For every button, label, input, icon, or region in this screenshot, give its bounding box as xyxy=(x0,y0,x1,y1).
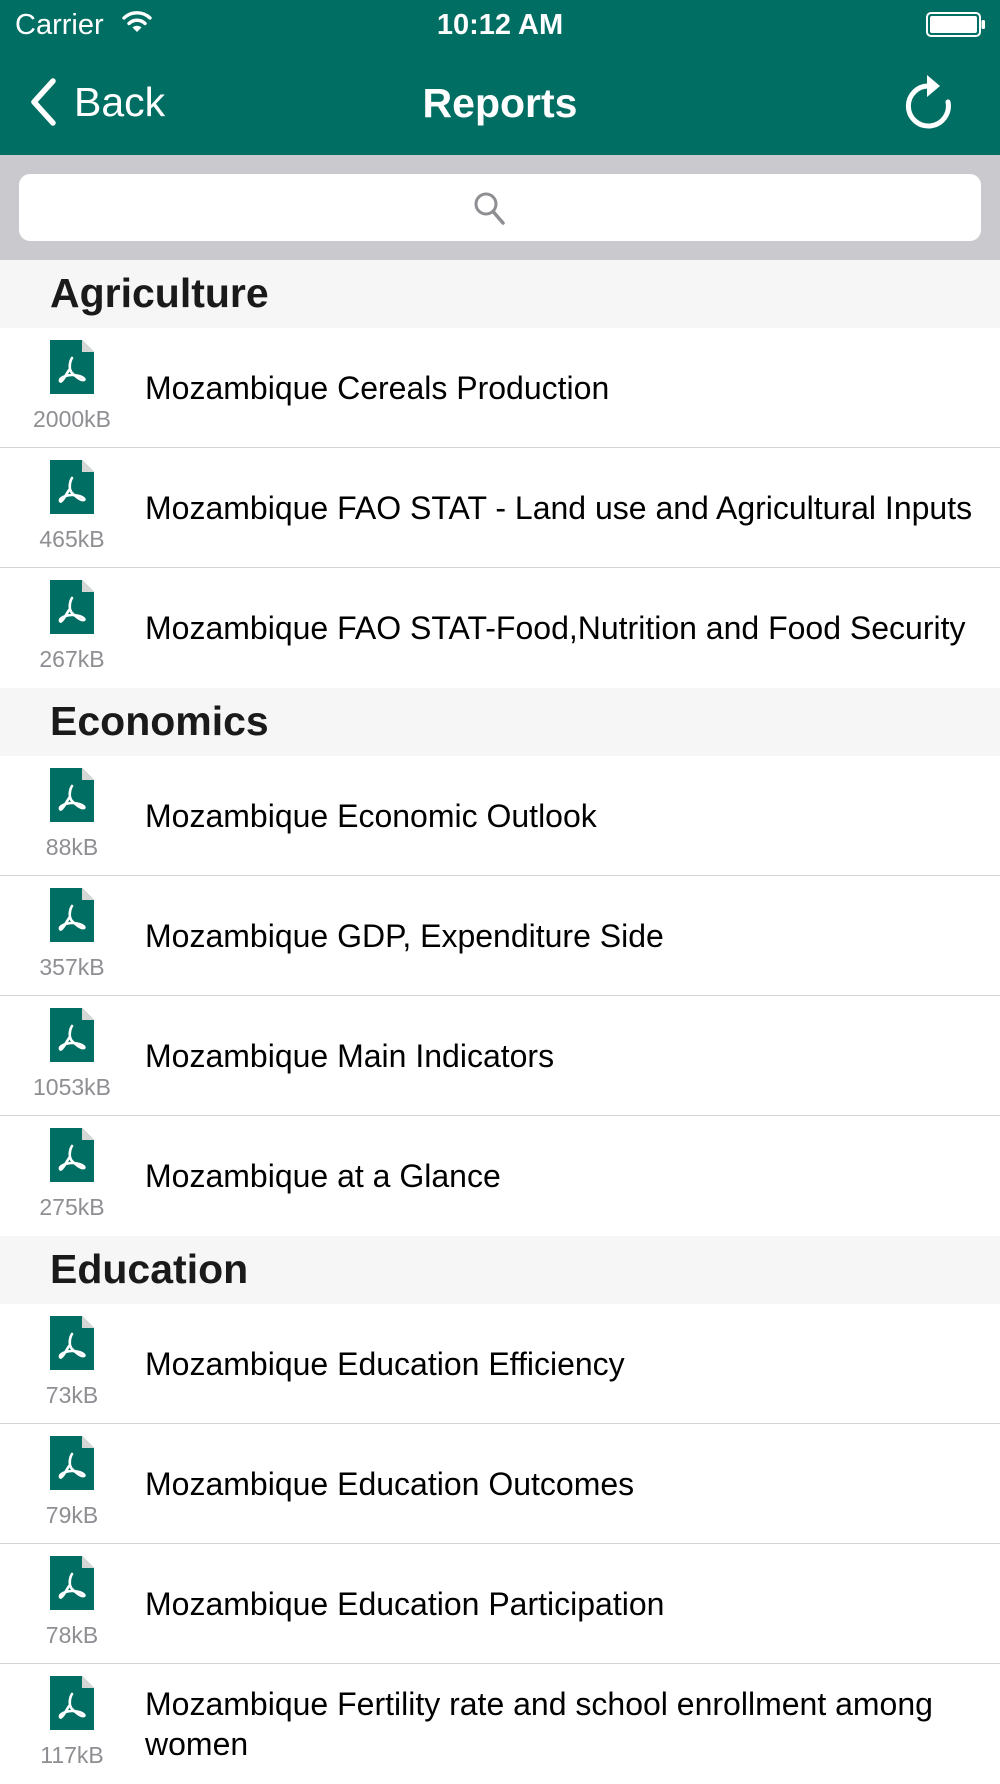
file-size: 465kB xyxy=(39,526,105,552)
file-size: 78kB xyxy=(45,1622,99,1648)
report-row[interactable]: 267kB Mozambique FAO STAT-Food,Nutrition … xyxy=(0,568,1000,688)
file-size: 73kB xyxy=(45,1382,99,1408)
pdf-icon xyxy=(50,1008,94,1062)
section-header: Education xyxy=(0,1236,1000,1304)
section-title: Agriculture xyxy=(50,270,269,316)
report-title: Mozambique GDP, Expenditure Side xyxy=(145,917,664,954)
navigation-header: Carrier 10:12 AM Back Reports xyxy=(0,0,1000,155)
pdf-icon xyxy=(50,1556,94,1610)
pdf-icon xyxy=(50,768,94,822)
file-size: 2000kB xyxy=(32,406,111,432)
pdf-icon xyxy=(50,1316,94,1370)
file-size: 275kB xyxy=(39,1194,105,1220)
nav-bar: Back Reports xyxy=(0,50,1000,155)
refresh-icon[interactable] xyxy=(903,72,955,130)
report-row[interactable]: 1053kB Mozambique Main Indicators xyxy=(0,996,1000,1116)
section-header: Agriculture xyxy=(0,260,1000,328)
file-size: 117kB xyxy=(40,1742,104,1768)
pdf-icon xyxy=(50,1128,94,1182)
report-title: Mozambique Cereals Production xyxy=(145,369,610,406)
report-row[interactable]: 2000kB Mozambique Cereals Production xyxy=(0,328,1000,448)
report-title: Mozambique Education Outcomes xyxy=(145,1465,635,1502)
file-size: 79kB xyxy=(45,1502,99,1528)
report-title: Mozambique Education Efficiency xyxy=(145,1345,625,1382)
pdf-icon xyxy=(50,340,94,394)
battery-icon xyxy=(926,12,985,37)
report-row[interactable]: 79kB Mozambique Education Outcomes xyxy=(0,1424,1000,1544)
report-row[interactable]: 357kB Mozambique GDP, Expenditure Side xyxy=(0,876,1000,996)
report-row[interactable]: 275kB Mozambique at a Glance xyxy=(0,1116,1000,1236)
report-row[interactable]: 73kB Mozambique Education Efficiency xyxy=(0,1304,1000,1424)
report-row[interactable]: 78kB Mozambique Education Participation xyxy=(0,1544,1000,1664)
section-header: Economics xyxy=(0,688,1000,756)
file-size: 267kB xyxy=(39,646,105,672)
report-title: Mozambique Fertility rate and school enr… xyxy=(145,1686,933,1762)
report-title: Mozambique FAO STAT-Food,Nutrition and F… xyxy=(145,610,966,646)
report-row[interactable]: 117kB Mozambique Fertility rate and schoo… xyxy=(0,1664,1000,1784)
pdf-icon xyxy=(50,580,94,634)
section-title: Economics xyxy=(50,698,269,744)
pdf-icon xyxy=(50,1676,94,1730)
pdf-icon xyxy=(50,460,94,514)
report-title: Mozambique Economic Outlook xyxy=(145,797,597,834)
file-size: 357kB xyxy=(39,954,105,980)
status-time: 10:12 AM xyxy=(436,9,564,41)
report-row[interactable]: 88kB Mozambique Economic Outlook xyxy=(0,756,1000,876)
report-title: Mozambique Main Indicators xyxy=(145,1037,555,1074)
status-bar: Carrier 10:12 AM xyxy=(0,0,1000,50)
report-row[interactable]: 465kB Mozambique FAO STAT - Land use and … xyxy=(0,448,1000,568)
file-size: 88kB xyxy=(45,834,99,860)
page-title: Reports xyxy=(422,80,578,126)
report-title: Mozambique at a Glance xyxy=(145,1158,501,1194)
file-size: 1053kB xyxy=(32,1074,111,1100)
pdf-icon xyxy=(50,888,94,942)
report-title: Mozambique FAO STAT - Land use and Agric… xyxy=(145,489,973,526)
section-title: Education xyxy=(50,1246,249,1292)
pdf-icon xyxy=(50,1436,94,1490)
report-title: Mozambique Education Participation xyxy=(145,1585,665,1622)
reports-list: Agriculture 2000kB Mozambique Cereals Prod… xyxy=(0,260,1000,1784)
search-icon xyxy=(474,192,505,225)
